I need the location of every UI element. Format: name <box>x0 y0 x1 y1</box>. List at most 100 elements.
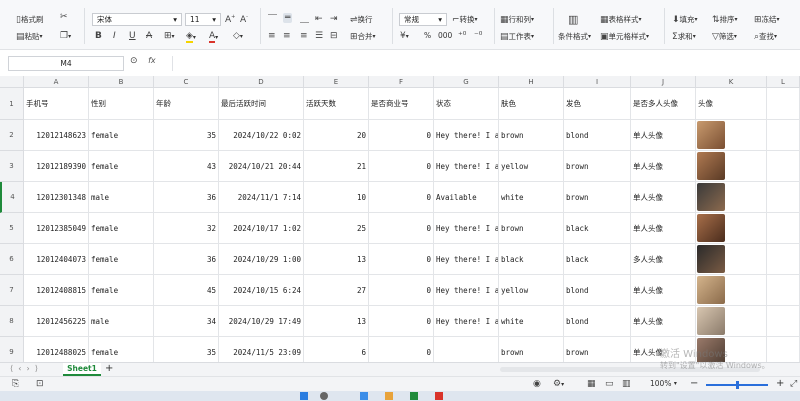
avatar-image[interactable] <box>697 276 725 304</box>
cell[interactable] <box>767 213 800 244</box>
underline-button[interactable]: U <box>129 31 136 41</box>
cell[interactable] <box>767 120 800 151</box>
worksheet-button[interactable]: ▤ 工作表 ▾ <box>500 31 534 42</box>
column-header-h[interactable]: H <box>499 76 564 88</box>
cell-business[interactable]: 0 <box>369 306 434 337</box>
cell-gender[interactable]: female <box>89 244 154 275</box>
zoom-select[interactable]: 100% ▾ <box>650 379 677 388</box>
copy-button[interactable]: ❐ ▾ <box>60 31 71 41</box>
page-break-button[interactable]: ▥ <box>622 379 631 389</box>
zoom-out-button[interactable]: − <box>690 378 698 389</box>
column-header-d[interactable]: D <box>219 76 304 88</box>
cell-status[interactable]: Available <box>434 182 499 213</box>
cell-phone[interactable]: 12012148623 <box>24 120 89 151</box>
cell-days[interactable]: 27 <box>304 275 369 306</box>
cell-skin[interactable]: brown <box>499 213 564 244</box>
bold-button[interactable]: B <box>95 31 102 41</box>
percent-button[interactable]: % <box>424 31 431 40</box>
cell-days[interactable]: 20 <box>304 120 369 151</box>
search-taskbar-icon[interactable] <box>320 392 328 400</box>
strikethrough-button[interactable]: A <box>146 31 152 41</box>
cell-gender[interactable]: female <box>89 213 154 244</box>
cell-age[interactable]: 36 <box>154 182 219 213</box>
cell-hair[interactable]: brown <box>564 337 631 362</box>
cell-gender[interactable]: female <box>89 151 154 182</box>
indent-decrease-button[interactable]: ⇤ <box>315 14 323 24</box>
cell-hair[interactable]: blond <box>564 275 631 306</box>
currency-button[interactable]: ¥ ▾ <box>400 31 409 41</box>
increase-font-button[interactable]: A+ <box>225 14 235 25</box>
filter-button[interactable]: ▽ 筛选 ▾ <box>712 31 737 42</box>
avatar-image[interactable] <box>697 214 725 242</box>
cell-multi[interactable]: 多人头像 <box>631 244 696 275</box>
fx-icon[interactable]: fx <box>148 56 156 65</box>
cell-skin[interactable]: white <box>499 306 564 337</box>
cell-multi[interactable]: 单人头像 <box>631 275 696 306</box>
fullscreen-button[interactable]: ⤢ <box>790 379 797 389</box>
cell-gender[interactable]: female <box>89 337 154 362</box>
decrease-font-button[interactable]: A- <box>240 14 248 25</box>
last-sheet-icon[interactable]: ⟩ <box>35 364 38 373</box>
cell-skin[interactable]: brown <box>499 120 564 151</box>
cell-hair[interactable]: blond <box>564 120 631 151</box>
name-box[interactable]: M4 <box>8 56 124 71</box>
row-header[interactable]: 3 <box>0 151 24 182</box>
header-cell[interactable]: 头像 <box>696 88 767 120</box>
paste-button[interactable]: ▤ 粘贴 ▾ <box>16 31 43 42</box>
column-header-c[interactable]: C <box>154 76 219 88</box>
column-header-a[interactable]: A <box>24 76 89 88</box>
select-all-corner[interactable] <box>0 76 24 88</box>
fill-color-button[interactable]: ◈ ▾ <box>186 31 196 43</box>
cell-skin[interactable]: black <box>499 244 564 275</box>
cell-last-active[interactable]: 2024/10/29 1:00 <box>219 244 304 275</box>
font-name-select[interactable]: 宋体 ▾ <box>92 13 182 26</box>
macro-button[interactable]: ⎘ <box>12 379 19 389</box>
avatar-image[interactable] <box>697 307 725 335</box>
eye-protection-button[interactable]: ◉ <box>533 379 541 389</box>
header-cell[interactable]: 状态 <box>434 88 499 120</box>
cell-status[interactable] <box>434 337 499 362</box>
cell[interactable] <box>767 275 800 306</box>
header-cell[interactable]: 性别 <box>89 88 154 120</box>
cell-business[interactable]: 0 <box>369 120 434 151</box>
cell-hair[interactable]: black <box>564 244 631 275</box>
prev-sheet-icon[interactable]: ‹ <box>18 364 21 373</box>
cell-days[interactable]: 13 <box>304 306 369 337</box>
row-header[interactable]: 8 <box>0 306 24 337</box>
header-cell[interactable]: 活跃天数 <box>304 88 369 120</box>
align-center-button[interactable]: ≡ <box>283 31 291 41</box>
sum-button[interactable]: Σ 求和 ▾ <box>672 31 696 42</box>
column-header-e[interactable]: E <box>304 76 369 88</box>
font-size-select[interactable]: 11 ▾ <box>185 13 221 26</box>
avatar-image[interactable] <box>697 121 725 149</box>
header-cell[interactable]: 年龄 <box>154 88 219 120</box>
column-header-i[interactable]: I <box>564 76 631 88</box>
page-layout-button[interactable]: ▭ <box>605 379 614 389</box>
cell-status[interactable]: Hey there! I a <box>434 306 499 337</box>
cell[interactable] <box>767 151 800 182</box>
align-left-button[interactable]: ≡ <box>268 31 276 41</box>
column-header-g[interactable]: G <box>434 76 499 88</box>
row-header[interactable]: 4 <box>0 182 24 213</box>
find-button[interactable]: ⌕ 查找 ▾ <box>754 31 777 42</box>
cell-age[interactable]: 32 <box>154 213 219 244</box>
cell-business[interactable]: 0 <box>369 151 434 182</box>
cell-phone[interactable]: 12012456225 <box>24 306 89 337</box>
format-painter-button[interactable]: ▯ 格式刷 <box>16 14 43 25</box>
cell-multi[interactable]: 单人头像 <box>631 120 696 151</box>
cell[interactable] <box>767 244 800 275</box>
cell-business[interactable]: 0 <box>369 244 434 275</box>
header-cell[interactable]: 最后活跃时间 <box>219 88 304 120</box>
add-sheet-button[interactable]: + <box>105 363 113 374</box>
column-header-l[interactable]: L <box>767 76 800 88</box>
cell-status[interactable]: Hey there! I a <box>434 151 499 182</box>
cell-hair[interactable]: brown <box>564 151 631 182</box>
settings-button[interactable]: ⚙ ▾ <box>553 379 564 389</box>
cell-skin[interactable]: white <box>499 182 564 213</box>
cut-button[interactable]: ✂ <box>60 12 68 22</box>
header-cell[interactable]: 发色 <box>564 88 631 120</box>
sort-button[interactable]: ⇅ 排序 ▾ <box>712 14 738 25</box>
cell-last-active[interactable]: 2024/10/22 0:02 <box>219 120 304 151</box>
avatar-image[interactable] <box>697 183 725 211</box>
zoom-icon[interactable]: ⊙ <box>130 56 138 66</box>
